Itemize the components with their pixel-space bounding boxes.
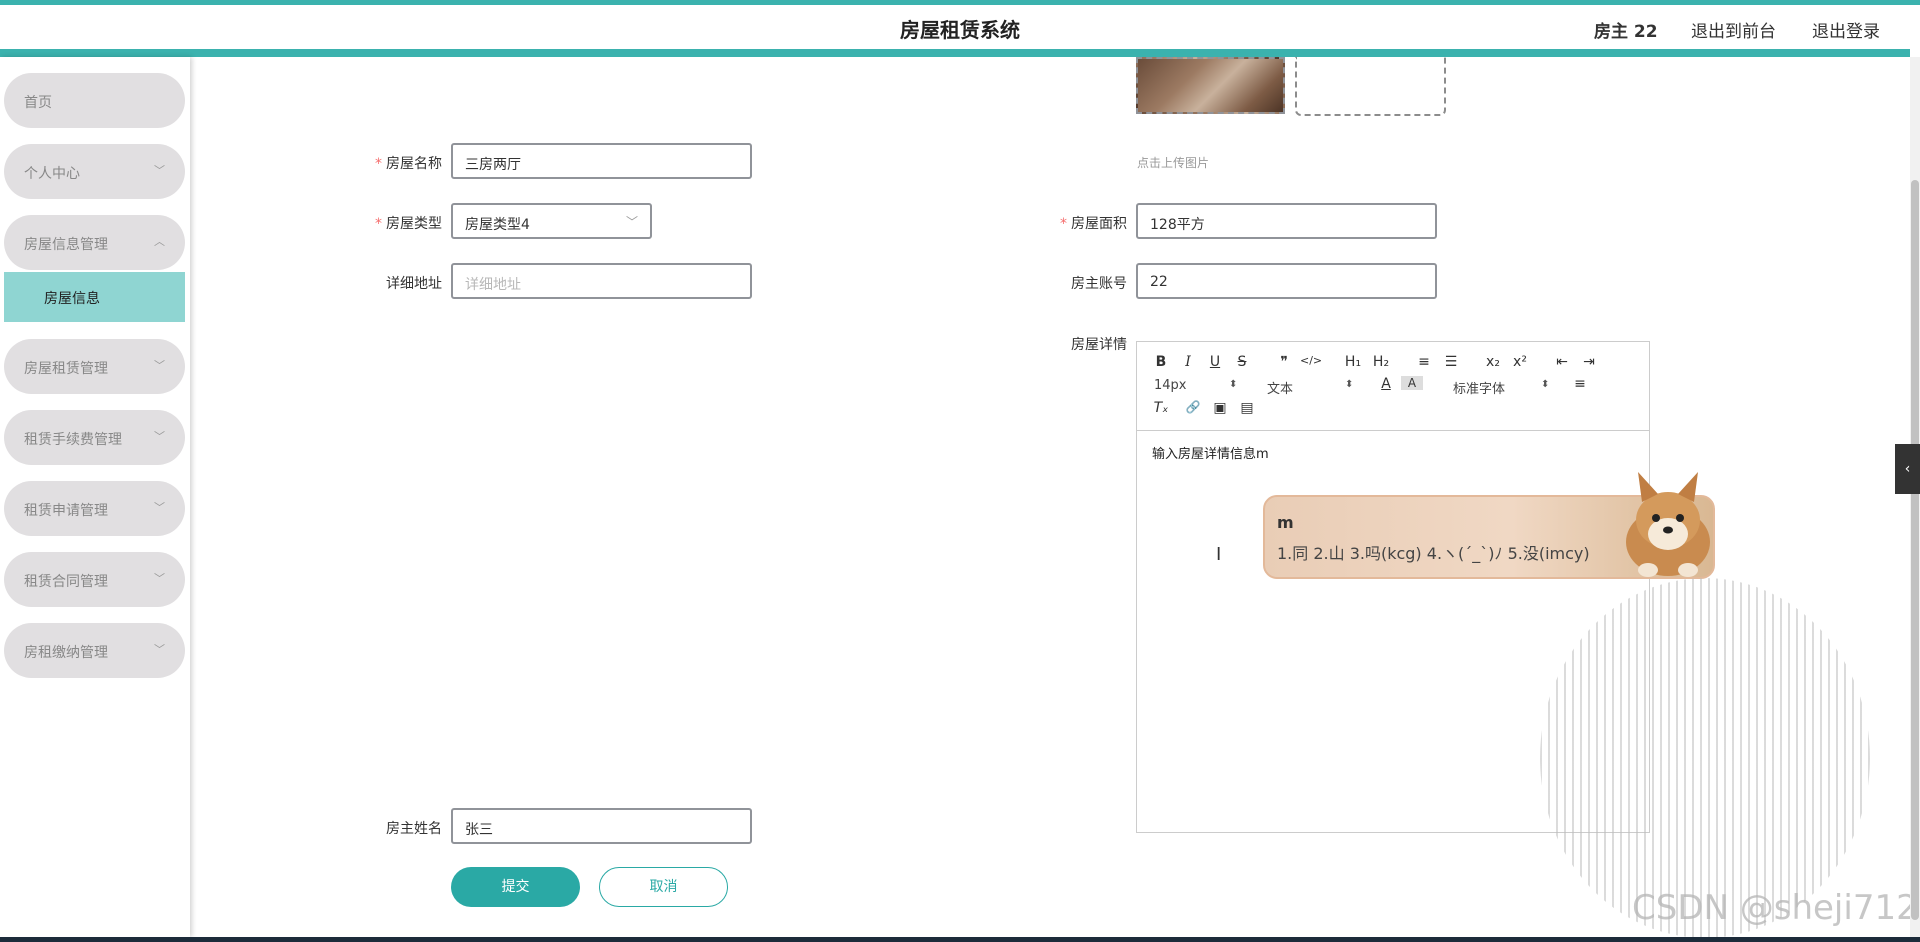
current-user: 房主 22 [1594,22,1658,42]
house-name-input[interactable]: 三房两厅 [451,143,752,179]
watermark: CSDN @sheji712 [1632,888,1918,928]
owner-name-input[interactable]: 张三 [451,808,752,844]
scrollbar-thumb[interactable] [1911,180,1919,920]
chevron-up-icon: ︿ [154,235,165,248]
sidebar-subitem-house-info[interactable]: 房屋信息 [4,272,185,322]
sidebar-item-label: 租赁手续费管理 [24,432,122,448]
sidebar-item-personal-center[interactable]: 个人中心 ﹀ [4,144,185,199]
sidebar-item-fee[interactable]: 租赁手续费管理 ﹀ [4,410,185,465]
decorative-stripes [1540,578,1870,938]
sidebar-item-rental[interactable]: 房屋租赁管理 ﹀ [4,339,185,394]
block-type-select[interactable]: 文本 ⬍ [1267,378,1353,397]
back-to-front-link[interactable]: 退出到前台 [1691,17,1776,42]
submit-button[interactable]: 提交 [451,867,580,907]
sidebar-item-contract[interactable]: 租赁合同管理 ﹀ [4,552,185,607]
top-accent-stripe [0,0,1920,5]
bullet-list-icon[interactable]: ☰ [1440,354,1462,370]
chevron-down-icon: ﹀ [154,430,165,443]
outdent-icon[interactable]: ⇤ [1551,354,1573,370]
font-size-select[interactable]: 14px ⬍ [1154,378,1237,393]
chevron-down-icon: ﹀ [625,215,638,229]
sidebar-item-application[interactable]: 租赁申请管理 ﹀ [4,481,185,536]
subscript-icon[interactable]: x₂ [1482,354,1504,370]
sidebar-item-label: 房租缴纳管理 [24,645,108,661]
bottom-taskbar [0,937,1920,942]
align-icon[interactable]: ≡ [1569,376,1591,392]
ordered-list-icon[interactable]: ≡ [1413,354,1435,370]
chevron-down-icon: ﹀ [154,501,165,514]
clean-format-icon[interactable]: Tₓ [1150,400,1172,416]
link-icon[interactable]: 🔗 [1182,400,1204,414]
editor-content[interactable]: 输入房屋详情信息m [1152,443,1269,462]
chevron-down-icon: ﹀ [154,572,165,585]
upload-image-box[interactable] [1295,57,1446,116]
text-color-icon[interactable]: A [1375,376,1397,392]
h1-icon[interactable]: H₁ [1342,354,1364,370]
sidebar-item-home[interactable]: 首页 [4,73,185,128]
owner-account-label: 房主账号 [1071,276,1127,292]
sidebar-item-label: 房屋租赁管理 [24,361,108,377]
chevron-down-icon: ﹀ [154,643,165,656]
ime-composition: m [1277,513,1294,532]
italic-icon[interactable]: I [1177,354,1199,370]
code-icon[interactable]: </> [1300,354,1322,367]
shiba-dog-icon [1626,472,1710,577]
video-icon[interactable]: ▤ [1236,400,1258,416]
header-bottom-stripe [0,49,1910,57]
house-area-input[interactable]: 128平方 [1136,203,1437,239]
house-type-label: * 房屋类型 [375,216,442,232]
upload-tip: 点击上传图片 [1137,156,1210,170]
editor-toolbar: B I U S ❞ </> H₁ H₂ ≡ ☰ x₂ x² ⇤ ⇥ 14px ⬍ … [1137,342,1649,431]
updown-arrow-icon: ⬍ [1541,379,1550,390]
updown-arrow-icon: ⬍ [1345,379,1354,390]
address-label: 详细地址 [386,276,442,292]
sidebar-item-rent-payment[interactable]: 房租缴纳管理 ﹀ [4,623,185,678]
side-collapse-tab[interactable]: ‹ [1895,444,1920,494]
sidebar-subitem-label: 房屋信息 [44,291,100,307]
strike-icon[interactable]: S [1231,354,1253,370]
house-area-label: * 房屋面积 [1060,216,1127,232]
text-cursor-icon: I [1216,544,1222,565]
h2-icon[interactable]: H₂ [1370,354,1392,370]
house-type-select[interactable]: 房屋类型4 ﹀ [451,203,652,239]
owner-name-label: 房主姓名 [386,821,442,837]
house-type-value: 房屋类型4 [465,217,530,233]
owner-account-input[interactable]: 22 [1136,263,1437,299]
bold-icon[interactable]: B [1150,354,1172,370]
sidebar-item-label: 首页 [24,95,52,111]
house-details-label: 房屋详情 [1071,337,1127,353]
address-input[interactable]: 详细地址 [451,263,752,299]
background-color-icon[interactable]: A [1401,376,1423,390]
cancel-button[interactable]: 取消 [599,867,728,907]
sidebar-item-house-info[interactable]: 房屋信息管理 ︿ [4,215,185,270]
uploaded-house-image[interactable] [1136,57,1285,114]
chevron-down-icon: ﹀ [154,359,165,372]
image-icon[interactable]: ▣ [1209,400,1231,416]
underline-icon[interactable]: U [1204,354,1226,370]
chevron-down-icon: ﹀ [154,164,165,177]
sidebar-item-label: 房屋信息管理 [24,237,108,253]
sidebar-item-label: 个人中心 [24,166,80,182]
logout-link[interactable]: 退出登录 [1812,17,1880,42]
sidebar-item-label: 租赁申请管理 [24,503,108,519]
updown-arrow-icon: ⬍ [1229,379,1238,390]
font-family-select[interactable]: 标准字体 ⬍ [1453,378,1549,397]
quote-icon[interactable]: ❞ [1273,354,1295,370]
ime-candidates[interactable]: 1.同 2.山 3.吗(kcg) 4.ヽ(ˊ_ˋ)ﾉ 5.没(imcy) [1277,540,1590,564]
indent-icon[interactable]: ⇥ [1578,354,1600,370]
house-name-label: * 房屋名称 [375,156,442,172]
superscript-icon[interactable]: x² [1509,354,1531,370]
sidebar-item-label: 租赁合同管理 [24,574,108,590]
